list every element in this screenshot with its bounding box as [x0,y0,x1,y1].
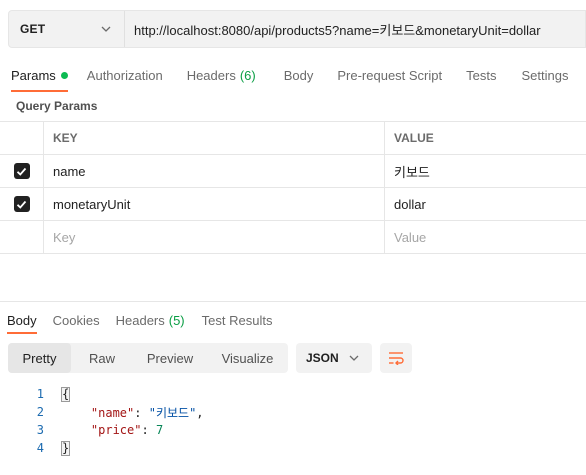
tab-response-body[interactable]: Body [7,306,37,334]
code-text: } [44,441,71,456]
response-body-code[interactable]: 1 { 2 "name": "키보드", 3 "price": 7 4 } [0,385,586,457]
response-divider [0,301,586,302]
table-row: name 키보드 [0,155,586,188]
column-header-value: VALUE [394,131,434,145]
params-table: KEY VALUE name 키보드 monetaryUnit dollar K… [0,121,586,254]
tab-label: Headers [186,67,236,83]
tab-label: Headers [115,312,165,328]
response-tabs: Body Cookies Headers (5) Test Results [0,306,272,334]
view-visualize-button[interactable]: Visualize [207,343,288,373]
url-input[interactable]: http://localhost:8080/api/products5?name… [125,11,585,47]
wrap-lines-icon [389,352,404,365]
tab-label: Authorization [86,67,163,83]
column-header-key: KEY [44,122,385,154]
line-number: 4 [36,441,44,455]
tab-count: (6) [239,67,256,83]
tab-label: Tests [466,67,497,83]
line-number: 2 [36,405,44,419]
row-checkbox-cell [0,188,44,220]
tab-settings[interactable]: Settings [521,58,568,92]
table-row: monetaryUnit dollar [0,188,586,221]
chevron-down-icon [101,26,111,32]
row-checkbox-cell [0,221,44,253]
param-value[interactable]: 키보드 [385,155,586,187]
table-row-new: Key Value [0,221,586,254]
tab-label: Settings [521,67,569,83]
code-line: 2 "name": "키보드", [0,403,586,421]
tab-pre-request-script[interactable]: Pre-request Script [337,58,442,92]
json-key-name: "name" [90,405,135,420]
tab-label: Body [283,67,314,83]
code-line: 3 "price": 7 [0,421,586,439]
code-line: 1 { [0,385,586,403]
tab-label: Pre-request Script [337,67,443,83]
json-value-name: "키보드" [148,405,197,420]
code-text: { [44,387,71,402]
row-checkbox-cell [0,155,44,187]
line-number: 1 [36,387,44,401]
tab-body[interactable]: Body [284,58,314,92]
code-text: "name": "키보드", [90,405,204,420]
view-pretty-button[interactable]: Pretty [8,343,71,373]
tab-label: Params [11,67,56,83]
tab-count: (5) [168,312,185,328]
request-bar: GET http://localhost:8080/api/products5?… [8,10,586,48]
header-checkbox-cell [0,122,44,154]
param-checkbox[interactable] [13,196,30,212]
code-text: "price": 7 [90,423,164,437]
tab-label: Body [7,312,37,328]
query-params-title: Query Params [16,99,98,113]
close-brace: } [60,441,71,456]
tab-label: Cookies [52,312,100,328]
view-preview-button[interactable]: Preview [133,343,207,373]
method-label: GET [20,22,46,36]
tab-authorization[interactable]: Authorization [87,58,163,92]
code-line: 4 } [0,439,586,457]
wrap-lines-button[interactable] [380,343,412,373]
param-value[interactable]: dollar [385,188,586,220]
tab-test-results[interactable]: Test Results [202,306,273,334]
view-mode-group: Pretty Raw Preview Visualize [8,343,288,373]
param-key[interactable]: monetaryUnit [44,188,385,220]
tab-response-headers[interactable]: Headers (5) [116,306,185,334]
tab-cookies[interactable]: Cookies [53,306,100,334]
param-checkbox[interactable] [13,163,30,179]
method-select[interactable]: GET [9,11,125,47]
open-brace: { [60,387,71,402]
new-key-input[interactable]: Key [44,221,385,253]
view-raw-button[interactable]: Raw [71,343,133,373]
tab-headers[interactable]: Headers (6) [187,58,256,92]
request-tabs: Params Authorization Headers (6) Body Pr… [0,58,586,92]
new-value-input[interactable]: Value [385,221,586,253]
json-value-price: 7 [155,423,164,437]
format-label: JSON [306,351,339,365]
tab-tests[interactable]: Tests [466,58,496,92]
chevron-down-icon [349,355,359,361]
format-select[interactable]: JSON [296,343,372,373]
line-number: 3 [36,423,44,437]
param-key[interactable]: name [44,155,385,187]
check-icon [16,167,27,176]
table-header: KEY VALUE [0,122,586,155]
check-icon [16,200,27,209]
params-status-dot [60,71,68,79]
tab-params[interactable]: Params [11,58,68,92]
tab-label: Test Results [201,312,273,328]
json-key-price: "price" [90,423,142,437]
